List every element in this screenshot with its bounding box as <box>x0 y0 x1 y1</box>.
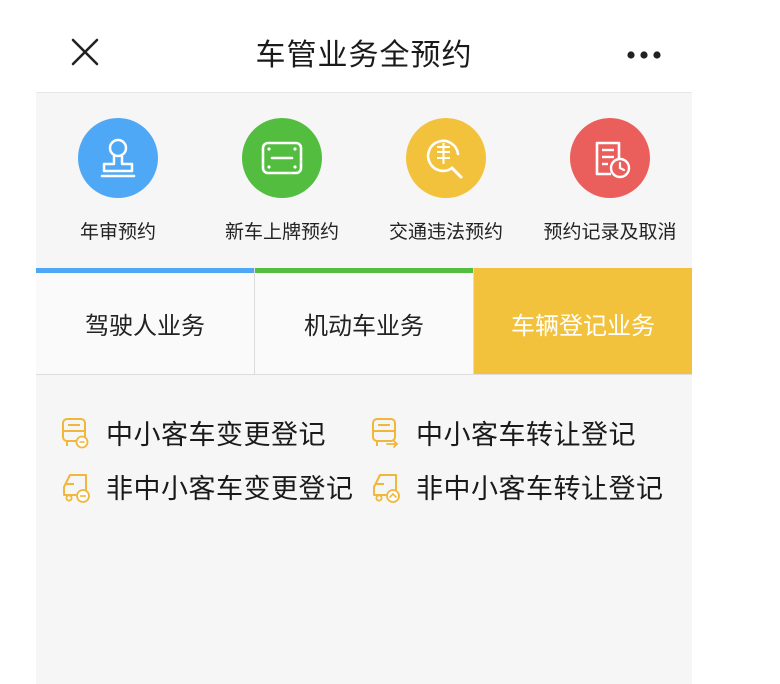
tab-accent-bar <box>255 268 473 273</box>
service-label: 中小客车转让登记 <box>416 420 636 451</box>
service-bus-change[interactable]: 中小客车变更登记 <box>60 413 360 453</box>
quick-action-annual-inspection[interactable]: 年审预约 <box>36 93 200 268</box>
quick-action-new-plate[interactable]: 新车上牌预约 <box>200 93 364 268</box>
tab-accent-bar <box>36 268 254 273</box>
bus-transfer-icon <box>372 418 399 448</box>
service-label: 中小客车变更登记 <box>106 420 326 451</box>
stamp-icon <box>78 118 158 198</box>
tab-label: 驾驶人业务 <box>85 312 205 340</box>
record-clock-icon <box>570 118 650 198</box>
page-title: 车管业务全预约 <box>255 38 473 73</box>
quick-action-traffic-violation[interactable]: 交通违法预约 <box>364 93 528 268</box>
tab-vehicle-business[interactable]: 机动车业务 <box>255 268 473 374</box>
more-dots-icon[interactable] <box>626 46 662 59</box>
service-list: 中小客车变更登记 中小客车转让登记 非中小客车变更登记 非中小客车转让登记 <box>36 375 692 684</box>
quick-action-label: 年审预约 <box>79 221 156 243</box>
violation-search-icon <box>406 118 486 198</box>
service-label: 非中小客车变更登记 <box>106 474 354 505</box>
quick-action-label: 交通违法预约 <box>388 221 503 243</box>
service-truck-transfer[interactable]: 非中小客车转让登记 <box>370 467 680 507</box>
quick-actions: 年审预约 新车上牌预约 交通违法预约 预约记录及取消 <box>36 93 692 268</box>
service-label: 非中小客车转让登记 <box>416 474 664 505</box>
navbar: 车管业务全预约 <box>36 0 692 93</box>
tab-label: 机动车业务 <box>304 312 424 340</box>
truck-edit-icon <box>63 474 90 503</box>
bus-edit-icon <box>62 418 89 449</box>
service-truck-change[interactable]: 非中小客车变更登记 <box>60 467 370 507</box>
service-bus-transfer[interactable]: 中小客车转让登记 <box>370 413 670 453</box>
tab-driver-business[interactable]: 驾驶人业务 <box>36 268 254 374</box>
quick-action-label: 新车上牌预约 <box>224 221 339 243</box>
tab-registration-business[interactable]: 车辆登记业务 <box>474 268 692 374</box>
quick-action-records[interactable]: 预约记录及取消 <box>528 93 692 268</box>
quick-action-label: 预约记录及取消 <box>543 221 677 243</box>
tab-label: 车辆登记业务 <box>511 312 655 340</box>
truck-transfer-icon <box>373 474 400 503</box>
business-tabs: 驾驶人业务 机动车业务 车辆登记业务 <box>36 268 692 375</box>
license-plate-icon <box>242 118 322 198</box>
